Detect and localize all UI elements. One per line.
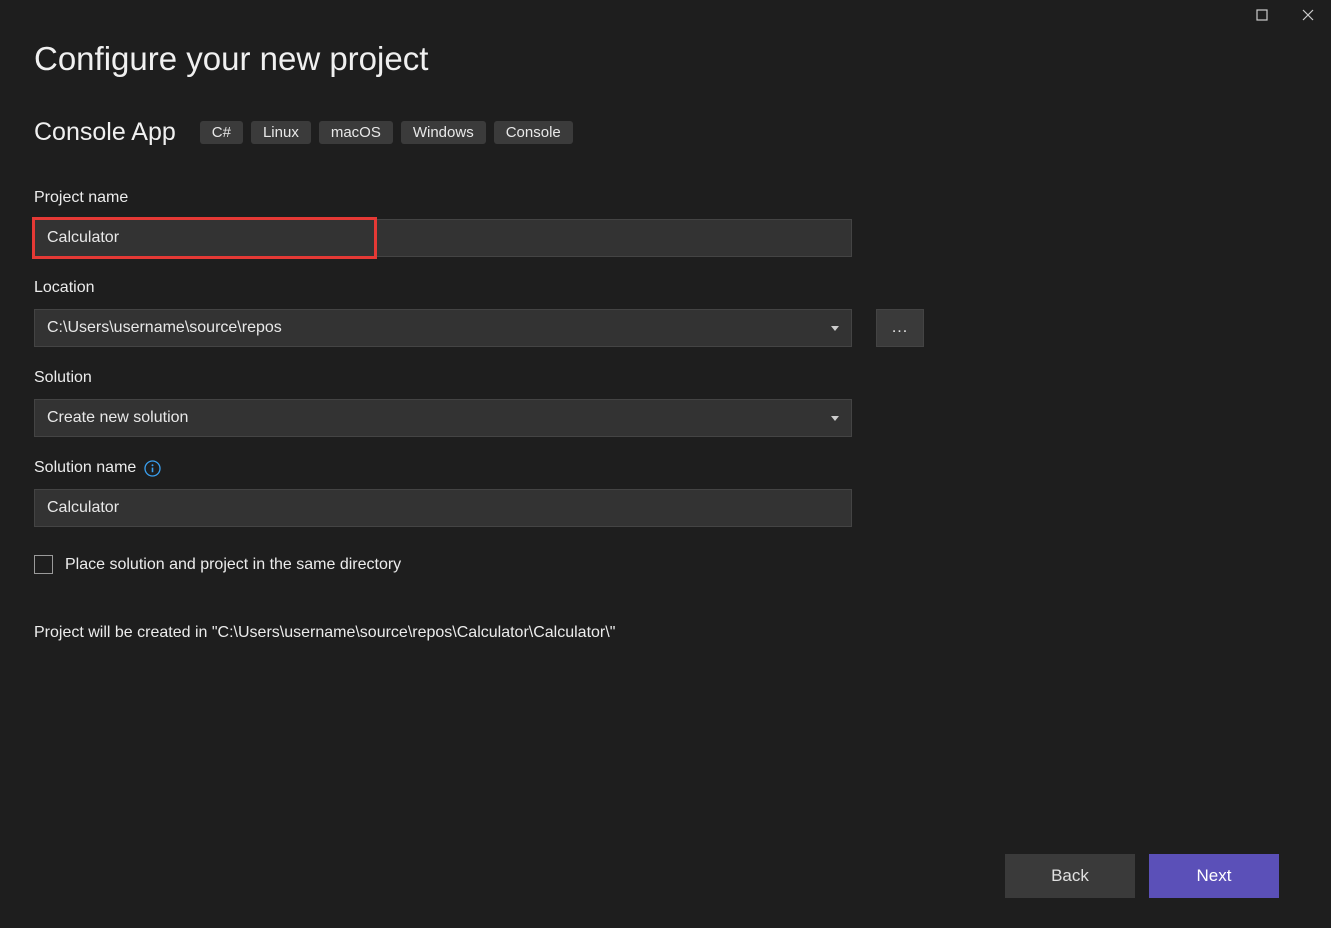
- project-tags: C# Linux macOS Windows Console: [200, 121, 573, 144]
- project-path-status: Project will be created in "C:\Users\use…: [34, 624, 1297, 642]
- tag-windows: Windows: [401, 121, 486, 144]
- browse-button[interactable]: ...: [876, 309, 924, 347]
- next-button[interactable]: Next: [1149, 854, 1279, 898]
- tag-console: Console: [494, 121, 573, 144]
- close-button[interactable]: [1285, 0, 1331, 30]
- back-button[interactable]: Back: [1005, 854, 1135, 898]
- tag-linux: Linux: [251, 121, 311, 144]
- tag-csharp: C#: [200, 121, 243, 144]
- project-type-name: Console App: [34, 118, 176, 147]
- page-title: Configure your new project: [34, 40, 1297, 78]
- solution-name-group: Solution name: [34, 459, 1297, 527]
- location-group: Location C:\Users\username\source\repos …: [34, 279, 1297, 347]
- same-directory-row: Place solution and project in the same d…: [34, 555, 1297, 574]
- tag-macos: macOS: [319, 121, 393, 144]
- solution-name-label-row: Solution name: [34, 459, 1297, 477]
- solution-group: Solution Create new solution: [34, 369, 1297, 437]
- solution-name-label: Solution name: [34, 459, 136, 477]
- project-type-row: Console App C# Linux macOS Windows Conso…: [34, 118, 1297, 147]
- project-name-input-wrap: [34, 219, 852, 257]
- solution-name-input[interactable]: [34, 489, 852, 527]
- chevron-down-icon: [831, 416, 839, 421]
- project-name-group: Project name: [34, 189, 1297, 257]
- info-icon[interactable]: [144, 460, 161, 477]
- dialog-content: Configure your new project Console App C…: [0, 0, 1331, 642]
- same-directory-checkbox[interactable]: [34, 555, 53, 574]
- location-row: C:\Users\username\source\repos ...: [34, 309, 1297, 347]
- solution-label: Solution: [34, 369, 1297, 387]
- solution-value: Create new solution: [47, 409, 188, 427]
- project-name-input[interactable]: [34, 219, 852, 257]
- chevron-down-icon: [831, 326, 839, 331]
- solution-dropdown[interactable]: Create new solution: [34, 399, 852, 437]
- location-label: Location: [34, 279, 1297, 297]
- project-name-label: Project name: [34, 189, 1297, 207]
- dialog-footer: Back Next: [1005, 854, 1279, 898]
- same-directory-label: Place solution and project in the same d…: [65, 556, 401, 574]
- maximize-button[interactable]: [1239, 0, 1285, 30]
- window-titlebar: [1239, 0, 1331, 30]
- location-value: C:\Users\username\source\repos: [47, 319, 282, 337]
- location-dropdown[interactable]: C:\Users\username\source\repos: [34, 309, 852, 347]
